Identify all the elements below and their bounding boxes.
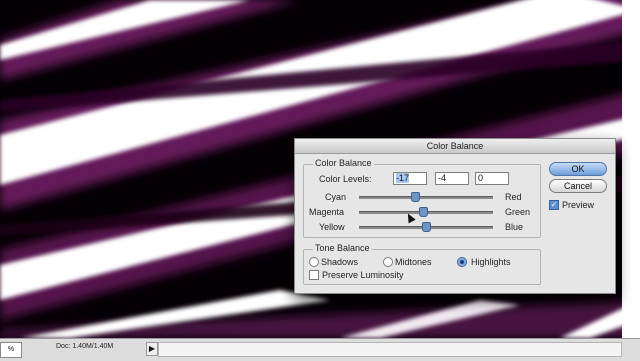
cyan-label: Cyan: [325, 192, 347, 202]
level-magenta-green-field[interactable]: -4: [435, 172, 469, 185]
blue-label: Blue: [505, 222, 524, 232]
yellow-label: Yellow: [319, 222, 345, 232]
preview-checkbox[interactable]: ✓: [549, 200, 559, 210]
color-balance-group-label: Color Balance: [313, 158, 374, 168]
ok-button[interactable]: OK: [549, 162, 607, 176]
status-menu-arrow-icon[interactable]: ▶: [146, 342, 158, 356]
magenta-green-slider-knob[interactable]: [419, 207, 429, 217]
doc-size-readout: Doc: 1.40M/1.40M: [56, 343, 114, 350]
shadows-radio[interactable]: [309, 257, 319, 267]
cyan-red-slider-knob[interactable]: [410, 192, 420, 202]
tone-balance-group-label: Tone Balance: [313, 243, 372, 253]
midtones-label[interactable]: Midtones: [395, 257, 432, 267]
preserve-luminosity-checkbox[interactable]: [309, 270, 319, 280]
zoom-field[interactable]: %: [0, 342, 22, 358]
highlights-label[interactable]: Highlights: [471, 257, 511, 267]
horizontal-scrollbar[interactable]: [158, 342, 622, 357]
preserve-luminosity-label[interactable]: Preserve Luminosity: [322, 270, 404, 280]
shadows-label[interactable]: Shadows: [321, 257, 358, 267]
color-balance-dialog: Color Balance Color Balance Color Levels…: [294, 138, 616, 294]
level-yellow-blue-field[interactable]: 0: [475, 172, 509, 185]
status-bar: % Doc: 1.40M/1.40M ▶: [0, 338, 640, 361]
cyan-red-slider-track[interactable]: [359, 196, 493, 199]
yellow-blue-slider-knob[interactable]: [422, 222, 431, 232]
red-label: Red: [505, 192, 522, 202]
right-panel-edge: [622, 0, 640, 338]
preview-label[interactable]: Preview: [562, 200, 594, 210]
midtones-radio[interactable]: [383, 257, 393, 267]
green-label: Green: [505, 207, 531, 217]
dialog-title[interactable]: Color Balance: [295, 139, 615, 154]
magenta-label: Magenta: [309, 207, 345, 217]
color-levels-label: Color Levels:: [319, 174, 372, 184]
highlights-radio[interactable]: [457, 257, 467, 267]
cancel-button[interactable]: Cancel: [549, 179, 607, 193]
level-cyan-red-field[interactable]: -17: [393, 172, 427, 185]
